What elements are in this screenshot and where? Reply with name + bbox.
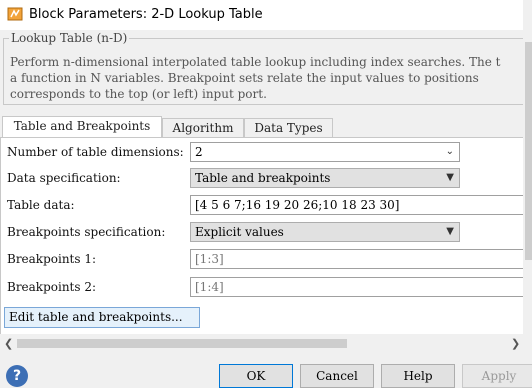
bp-spec-value: Explicit values <box>195 225 284 239</box>
tab-algorithm[interactable]: Algorithm <box>162 118 244 138</box>
num-dims-label: Number of table dimensions: <box>7 145 184 159</box>
vertical-scroll-thumb[interactable] <box>525 42 532 260</box>
data-spec-value: Table and breakpoints <box>195 171 331 185</box>
description-line: a function in N variables. Breakpoint se… <box>10 71 479 85</box>
help-question-icon[interactable]: ? <box>6 365 28 387</box>
bp2-input[interactable]: [1:4] <box>190 277 530 297</box>
tab-data-types[interactable]: Data Types <box>244 118 333 138</box>
dropdown-arrow-icon[interactable]: ▼ <box>446 169 454 187</box>
simulink-block-icon <box>7 7 23 21</box>
data-spec-label: Data specification: <box>7 171 121 185</box>
chevron-down-icon[interactable]: ⌄ <box>446 143 454 161</box>
bp2-label: Breakpoints 2: <box>7 280 97 294</box>
num-dims-value: 2 <box>195 145 203 159</box>
cancel-button[interactable]: Cancel <box>300 364 374 388</box>
window-title: Block Parameters: 2-D Lookup Table <box>29 7 263 22</box>
ok-button[interactable]: OK <box>219 364 293 388</box>
edit-table-button[interactable]: Edit table and breakpoints... <box>4 307 200 328</box>
title-bar: Block Parameters: 2-D Lookup Table <box>0 0 532 30</box>
bp1-label: Breakpoints 1: <box>7 252 97 266</box>
apply-button[interactable]: Apply <box>462 364 532 388</box>
horizontal-scrollbar[interactable]: ❮ ❯ <box>0 335 523 352</box>
scroll-left-arrow-icon[interactable]: ❮ <box>4 337 13 350</box>
bp1-input[interactable]: [1:3] <box>190 249 530 269</box>
dropdown-arrow-icon[interactable]: ▼ <box>446 223 454 241</box>
tab-bar: Table and Breakpoints Algorithm Data Typ… <box>0 116 532 138</box>
block-description: Perform n-dimensional interpolated table… <box>10 54 532 102</box>
num-dims-combo[interactable]: 2 ⌄ <box>190 142 460 162</box>
table-data-label: Table data: <box>7 198 75 212</box>
group-legend: Lookup Table (n-D) <box>9 31 130 45</box>
data-spec-select[interactable]: Table and breakpoints ▼ <box>190 168 460 188</box>
scroll-right-arrow-icon[interactable]: ❯ <box>511 337 520 350</box>
bp-spec-select[interactable]: Explicit values ▼ <box>190 222 460 242</box>
bp-spec-label: Breakpoints specification: <box>7 225 166 239</box>
table-data-input[interactable]: [4 5 6 7;16 19 20 26;10 18 23 30] <box>190 195 530 215</box>
vertical-scrollbar[interactable] <box>523 0 532 334</box>
help-button[interactable]: Help <box>381 364 455 388</box>
description-line: Perform n-dimensional interpolated table… <box>10 55 501 69</box>
horizontal-scroll-thumb[interactable] <box>17 339 347 348</box>
description-line: corresponds to the top (or left) input p… <box>10 87 267 101</box>
tab-table-and-breakpoints[interactable]: Table and Breakpoints <box>2 116 162 138</box>
